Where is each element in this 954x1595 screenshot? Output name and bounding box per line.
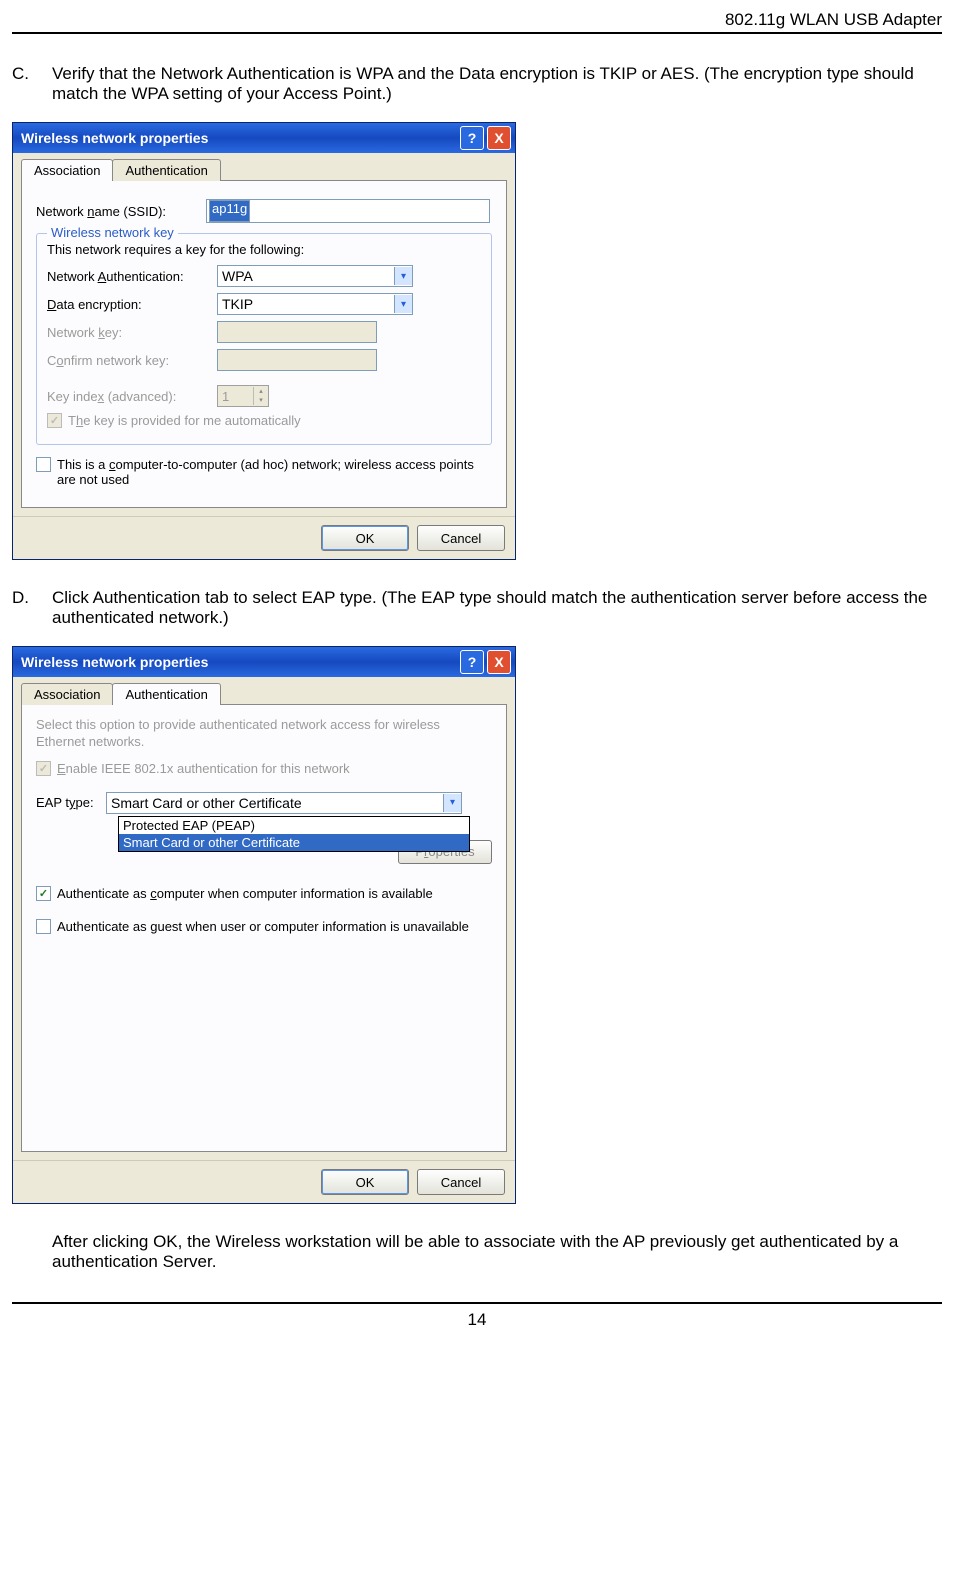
close-icon[interactable]: X <box>487 650 511 674</box>
chevron-down-icon: ▾ <box>394 295 412 313</box>
auth-as-guest-label: Authenticate as guest when user or compu… <box>57 919 469 934</box>
tab-association[interactable]: Association <box>21 683 113 705</box>
instruction-d: D. Click Authentication tab to select EA… <box>12 588 942 628</box>
eap-type-value: Smart Card or other Certificate <box>111 795 302 811</box>
ok-button[interactable]: OK <box>321 525 409 551</box>
tab-authentication[interactable]: Authentication <box>112 159 220 181</box>
step-d-text: Click Authentication tab to select EAP t… <box>52 588 942 628</box>
enable-8021x-checkbox: ✓ <box>36 761 51 776</box>
instruction-c: C. Verify that the Network Authenticatio… <box>12 64 942 104</box>
tabs: Association Authentication <box>21 159 507 181</box>
chevron-down-icon: ▾ <box>394 267 412 285</box>
ssid-value: ap11g <box>209 200 250 222</box>
close-icon[interactable]: X <box>487 126 511 150</box>
confirm-key-label: Confirm network key: <box>47 353 217 368</box>
net-key-label: Network key: <box>47 325 217 340</box>
step-c-letter: C. <box>12 64 52 104</box>
net-auth-label: Network Authentication: <box>47 269 217 284</box>
eap-type-label: EAP type: <box>36 795 106 810</box>
key-index-label: Key index (advanced): <box>47 389 217 404</box>
cancel-button[interactable]: Cancel <box>417 525 505 551</box>
eap-type-combo[interactable]: Smart Card or other Certificate ▾ <box>106 792 462 814</box>
help-icon[interactable]: ? <box>460 650 484 674</box>
help-icon[interactable]: ? <box>460 126 484 150</box>
cancel-button[interactable]: Cancel <box>417 1169 505 1195</box>
ok-button[interactable]: OK <box>321 1169 409 1195</box>
net-auth-combo[interactable]: WPA ▾ <box>217 265 413 287</box>
wireless-key-group: Wireless network key This network requir… <box>36 233 492 445</box>
key-index-spinner: 1 ▴▾ <box>217 385 269 407</box>
ssid-label: Network name (SSID): <box>36 204 206 219</box>
step-d-letter: D. <box>12 588 52 628</box>
net-key-input <box>217 321 377 343</box>
requires-key-text: This network requires a key for the foll… <box>47 242 481 257</box>
data-enc-value: TKIP <box>222 296 253 312</box>
data-enc-label: Data encryption: <box>47 297 217 312</box>
auth-as-computer-label: Authenticate as computer when computer i… <box>57 886 433 901</box>
page-header: 802.11g WLAN USB Adapter <box>12 10 942 34</box>
auth-desc: Select this option to provide authentica… <box>36 717 492 751</box>
eap-option-peap[interactable]: Protected EAP (PEAP) <box>119 817 469 834</box>
enable-8021x-label: Enable IEEE 802.1x authentication for th… <box>57 761 350 776</box>
tabs: Association Authentication <box>21 683 507 705</box>
dialog-association: Wireless network properties ? X Associat… <box>12 122 516 560</box>
data-enc-combo[interactable]: TKIP ▾ <box>217 293 413 315</box>
autokey-label: The key is provided for me automatically <box>68 413 301 428</box>
eap-option-smartcard[interactable]: Smart Card or other Certificate <box>119 834 469 851</box>
auth-as-computer-checkbox[interactable]: ✓ <box>36 886 51 901</box>
adhoc-label: This is a computer-to-computer (ad hoc) … <box>57 457 492 487</box>
confirm-key-input <box>217 349 377 371</box>
titlebar: Wireless network properties ? X <box>13 123 515 153</box>
tab-authentication[interactable]: Authentication <box>112 683 220 705</box>
autokey-checkbox: ✓ <box>47 413 62 428</box>
dialog-title: Wireless network properties <box>21 654 208 670</box>
page-number: 14 <box>12 1302 942 1330</box>
dialog-title: Wireless network properties <box>21 130 208 146</box>
ssid-input[interactable]: ap11g <box>206 199 490 223</box>
after-text-block: After clicking OK, the Wireless workstat… <box>12 1232 942 1272</box>
titlebar: Wireless network properties ? X <box>13 647 515 677</box>
net-auth-value: WPA <box>222 268 253 284</box>
group-legend: Wireless network key <box>47 225 178 240</box>
step-c-text: Verify that the Network Authentication i… <box>52 64 942 104</box>
after-text: After clicking OK, the Wireless workstat… <box>52 1232 942 1272</box>
tab-association[interactable]: Association <box>21 159 113 181</box>
key-index-value: 1 <box>222 389 229 404</box>
chevron-down-icon: ▾ <box>443 794 461 812</box>
dialog-authentication: Wireless network properties ? X Associat… <box>12 646 516 1204</box>
auth-as-guest-checkbox[interactable] <box>36 919 51 934</box>
eap-dropdown-list[interactable]: Protected EAP (PEAP) Smart Card or other… <box>118 816 470 852</box>
adhoc-checkbox[interactable] <box>36 457 51 472</box>
